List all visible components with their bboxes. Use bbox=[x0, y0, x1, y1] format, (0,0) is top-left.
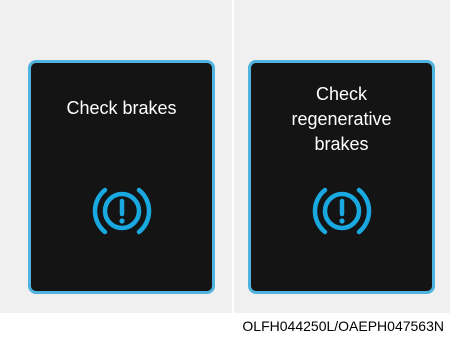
check-regenerative-brakes-warning-display: Check regenerative brakes bbox=[248, 60, 435, 294]
warning-message: Check brakes bbox=[31, 96, 212, 121]
check-brakes-warning-display: Check brakes bbox=[28, 60, 215, 294]
image-reference-code: OLFH044250L/OAEPH047563N bbox=[242, 318, 444, 334]
warning-message: Check regenerative brakes bbox=[251, 82, 432, 157]
warning-message-line: regenerative bbox=[291, 109, 392, 129]
brake-warning-icon bbox=[92, 187, 151, 235]
brake-warning-icon bbox=[312, 187, 371, 235]
warning-message-line: Check bbox=[315, 84, 368, 104]
warning-message-line: Check brakes bbox=[66, 98, 177, 118]
warning-message-line: brakes bbox=[314, 134, 369, 154]
